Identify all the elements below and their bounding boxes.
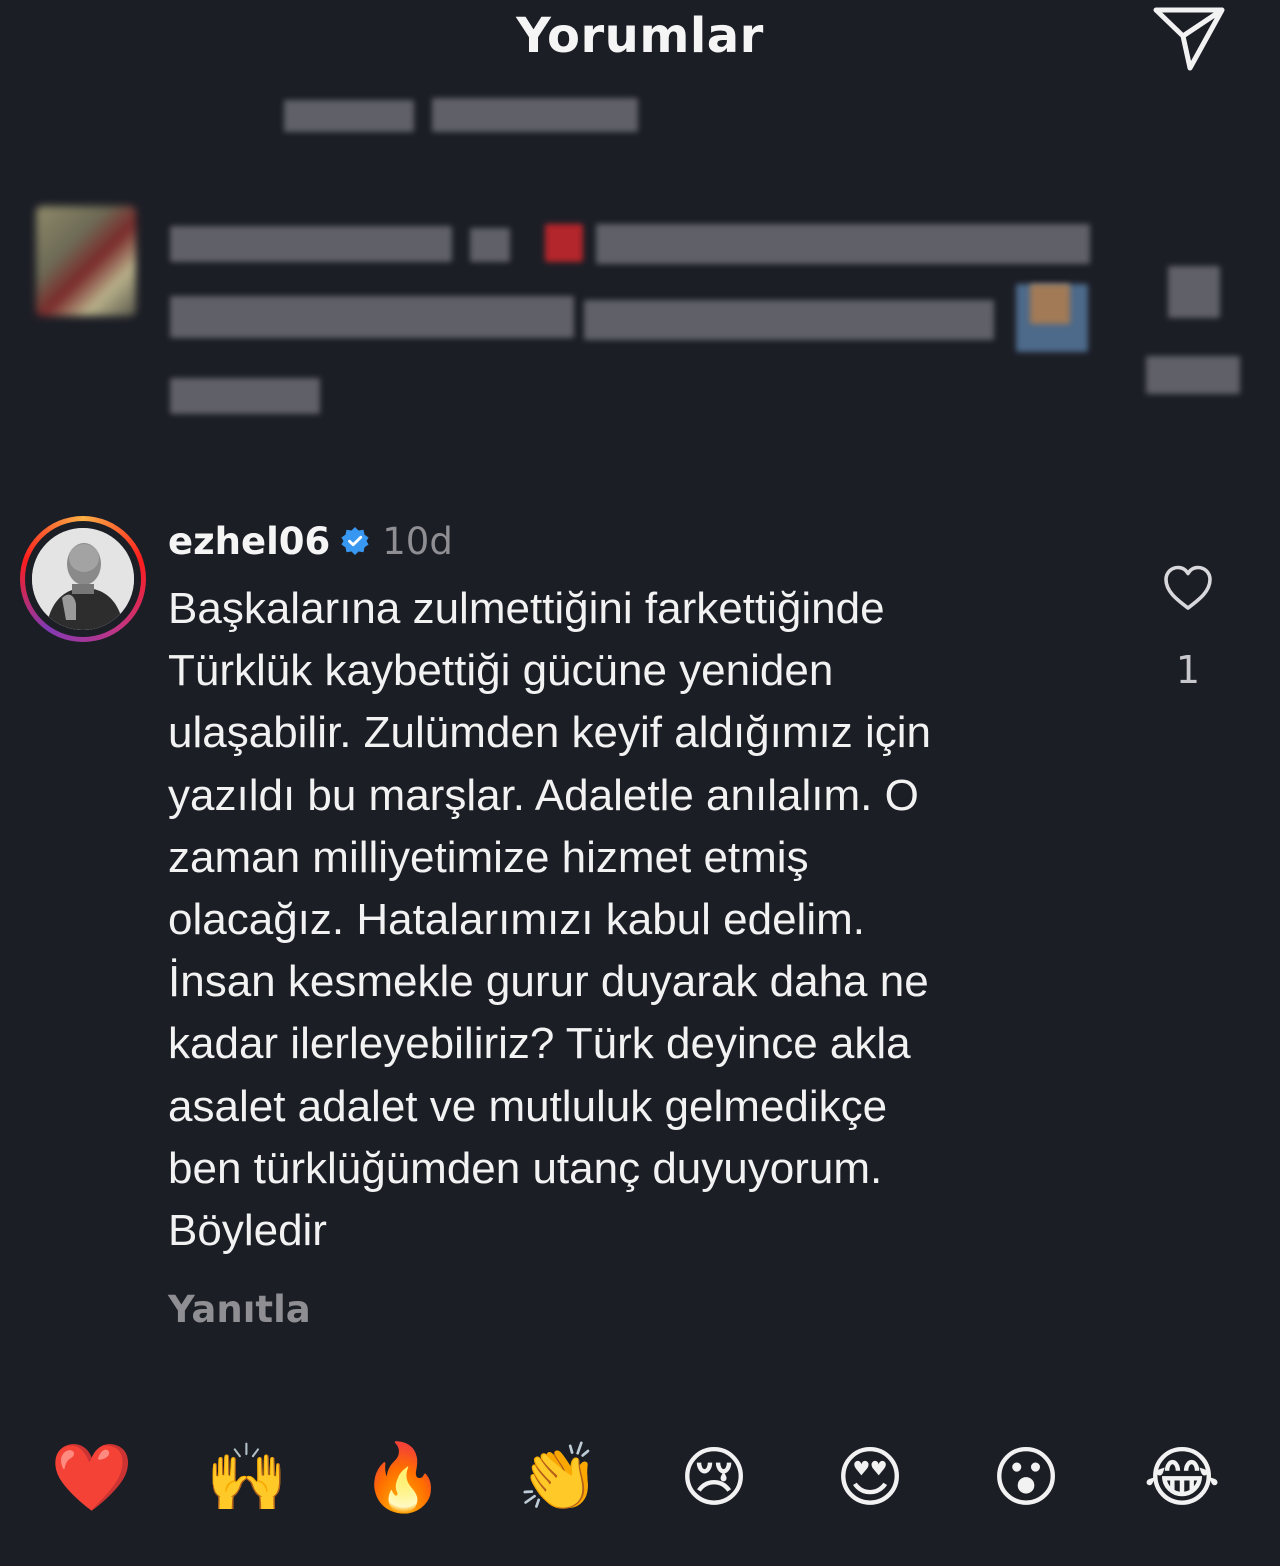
comment-header: ezhel06 10d [168, 516, 453, 566]
emoji-clapping-hands[interactable]: 👏 [511, 1430, 607, 1526]
emoji-tears-of-joy[interactable]: 😂 [1134, 1430, 1230, 1526]
like-count: 1 [1175, 648, 1201, 692]
paper-plane-icon[interactable] [1150, 2, 1228, 72]
emoji-reaction-bar: ❤️ 🙌 🔥 👏 😢 😍 😮 😂 [0, 1430, 1280, 1530]
emoji-heart[interactable]: ❤️ [44, 1430, 140, 1526]
reply-button[interactable]: Yanıtla [168, 1288, 311, 1331]
emoji-fire[interactable]: 🔥 [355, 1430, 451, 1526]
comment-text: Başkalarına zulmettiğini farkettiğinde T… [168, 584, 931, 1256]
avatar[interactable] [20, 516, 146, 642]
emoji-surprised-face[interactable]: 😮 [978, 1430, 1074, 1526]
page-title: Yorumlar [516, 8, 764, 64]
heart-outline-icon[interactable] [1160, 560, 1216, 616]
avatar-photo [32, 528, 134, 630]
emoji-crying-face[interactable]: 😢 [666, 1430, 762, 1526]
comment-time: 10d [382, 519, 453, 563]
username[interactable]: ezhel06 [168, 520, 330, 563]
verified-badge-icon [341, 527, 369, 555]
redacted-avatar [36, 206, 136, 316]
emoji-heart-eyes[interactable]: 😍 [822, 1430, 918, 1526]
comments-header: Yorumlar [0, 0, 1280, 80]
emoji-raised-hands[interactable]: 🙌 [199, 1430, 295, 1526]
